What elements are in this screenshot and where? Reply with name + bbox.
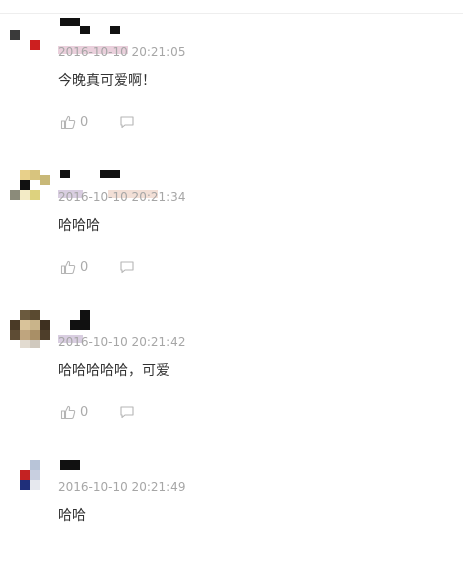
- username[interactable]: [60, 170, 140, 184]
- avatar[interactable]: [10, 170, 50, 210]
- comment-bubble-icon: [118, 403, 136, 421]
- comment-item: 2016-10-10 20:21:42 哈哈哈哈哈，可爱 0: [0, 290, 463, 435]
- reply-button[interactable]: [118, 403, 136, 421]
- comment-bubble-icon: [118, 258, 136, 276]
- avatar[interactable]: [10, 460, 50, 500]
- username[interactable]: [60, 18, 140, 34]
- timestamp: 2016-10-10 20:21:49: [58, 480, 186, 494]
- comment-text: 哈哈哈: [58, 218, 100, 234]
- username[interactable]: [60, 460, 140, 474]
- comment-text: 今晚真可爱啊！: [58, 73, 156, 89]
- comment-text: 哈哈: [58, 508, 86, 524]
- comment-item: 2016-10-10 20:21:05 今晚真可爱啊！ 0: [0, 0, 463, 145]
- like-button[interactable]: 0: [60, 113, 88, 131]
- avatar[interactable]: [10, 25, 50, 65]
- comment-text: 哈哈哈哈哈，可爱: [58, 363, 170, 379]
- timestamp: 2016-10-10 20:21:42: [58, 335, 186, 349]
- like-button[interactable]: 0: [60, 258, 88, 276]
- like-button[interactable]: 0: [60, 403, 88, 421]
- like-count: 0: [80, 404, 89, 420]
- comment-item: 2016-10-10 20:21:49 哈哈: [0, 435, 463, 580]
- timestamp: 2016-10-10 20:21:05: [58, 45, 186, 59]
- reply-button[interactable]: [118, 258, 136, 276]
- reply-button[interactable]: [118, 113, 136, 131]
- thumbs-up-icon: [60, 259, 76, 275]
- comment-bubble-icon: [118, 113, 136, 131]
- username[interactable]: [60, 310, 140, 330]
- comment-item: 2016-10-10 20:21:34 哈哈哈 0: [0, 145, 463, 290]
- like-count: 0: [80, 114, 89, 130]
- timestamp: 2016-10-10 20:21:34: [58, 190, 186, 204]
- thumbs-up-icon: [60, 404, 76, 420]
- avatar[interactable]: [10, 310, 50, 350]
- like-count: 0: [80, 259, 89, 275]
- thumbs-up-icon: [60, 114, 76, 130]
